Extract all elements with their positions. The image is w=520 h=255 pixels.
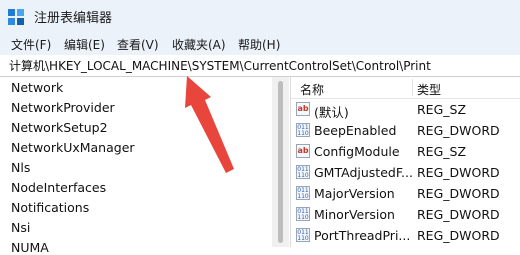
value-row[interactable]: 011 110 PortThreadPri... REG_DWORD (291, 225, 520, 246)
tree-item-numa[interactable]: NUMA (11, 240, 49, 255)
column-header: 名称 类型 (291, 77, 520, 99)
string-value-icon: ab (296, 102, 310, 116)
binary-value-icon: 011 110 (296, 207, 310, 221)
menu-file[interactable]: 文件(F) (11, 36, 51, 53)
value-name: MajorVersion (314, 186, 395, 201)
tree-scrollbar[interactable] (272, 77, 289, 247)
value-row[interactable]: 011 110 MajorVersion REG_DWORD (291, 183, 520, 204)
value-type: REG_SZ (417, 144, 467, 159)
value-type: REG_DWORD (417, 228, 500, 243)
binary-value-icon: 011 110 (296, 165, 310, 179)
values-pane: 名称 类型 ab (默认) REG_SZ 011 110 BeepEnabled … (290, 77, 520, 247)
tree-item-networkuxmanager[interactable]: NetworkUxManager (11, 140, 135, 155)
binary-value-icon: 011 110 (296, 228, 310, 242)
value-row[interactable]: 011 110 BeepEnabled REG_DWORD (291, 120, 520, 141)
string-value-icon: ab (296, 144, 310, 158)
regedit-app-icon (8, 9, 24, 25)
value-name: (默认) (314, 105, 349, 120)
binary-value-icon: 011 110 (296, 123, 310, 137)
menu-bar: 文件(F) 编辑(E) 查看(V) 收藏夹(A) 帮助(H) (0, 33, 520, 56)
address-bar[interactable]: 计算机\HKEY_LOCAL_MACHINE\SYSTEM\CurrentCon… (0, 55, 520, 77)
value-row[interactable]: 011 110 MinorVersion REG_DWORD (291, 204, 520, 225)
value-row[interactable]: ab ConfigModule REG_SZ (291, 141, 520, 162)
value-name: MinorVersion (314, 207, 395, 222)
scrollbar-thumb[interactable] (278, 81, 283, 243)
value-type: REG_SZ (417, 102, 467, 117)
value-row[interactable]: 011 110 GMTAdjustedF... REG_DWORD (291, 162, 520, 183)
value-name: ConfigModule (314, 144, 400, 159)
value-name: PortThreadPri... (314, 228, 411, 243)
tree-item-nls[interactable]: Nls (11, 160, 30, 175)
address-path[interactable]: 计算机\HKEY_LOCAL_MACHINE\SYSTEM\CurrentCon… (9, 57, 431, 74)
tree-item-network[interactable]: Network (11, 80, 63, 95)
tree-item-networkprovider[interactable]: NetworkProvider (11, 100, 115, 115)
key-tree: Network NetworkProvider NetworkSetup2 Ne… (0, 77, 272, 255)
title-bar: 注册表编辑器 (0, 0, 520, 33)
value-name: GMTAdjustedF... (314, 165, 413, 180)
menu-help[interactable]: 帮助(H) (238, 36, 280, 53)
tree-item-nsi[interactable]: Nsi (11, 220, 30, 235)
column-name-header[interactable]: 名称 (300, 81, 324, 98)
value-type: REG_DWORD (417, 186, 500, 201)
binary-value-icon: 011 110 (296, 186, 310, 200)
menu-view[interactable]: 查看(V) (117, 36, 159, 53)
value-name: BeepEnabled (314, 123, 397, 138)
value-type: REG_DWORD (417, 207, 500, 222)
value-type: REG_DWORD (417, 123, 500, 138)
menu-favorites[interactable]: 收藏夹(A) (172, 36, 226, 53)
value-row[interactable]: ab (默认) REG_SZ (291, 99, 520, 120)
tree-item-nodeinterfaces[interactable]: NodeInterfaces (11, 180, 106, 195)
value-type: REG_DWORD (417, 165, 500, 180)
window-title: 注册表编辑器 (34, 11, 113, 26)
column-divider[interactable] (412, 79, 413, 96)
menu-edit[interactable]: 编辑(E) (64, 36, 105, 53)
tree-item-notifications[interactable]: Notifications (11, 200, 89, 215)
tree-item-networksetup2[interactable]: NetworkSetup2 (11, 120, 108, 135)
column-type-header[interactable]: 类型 (417, 81, 441, 98)
